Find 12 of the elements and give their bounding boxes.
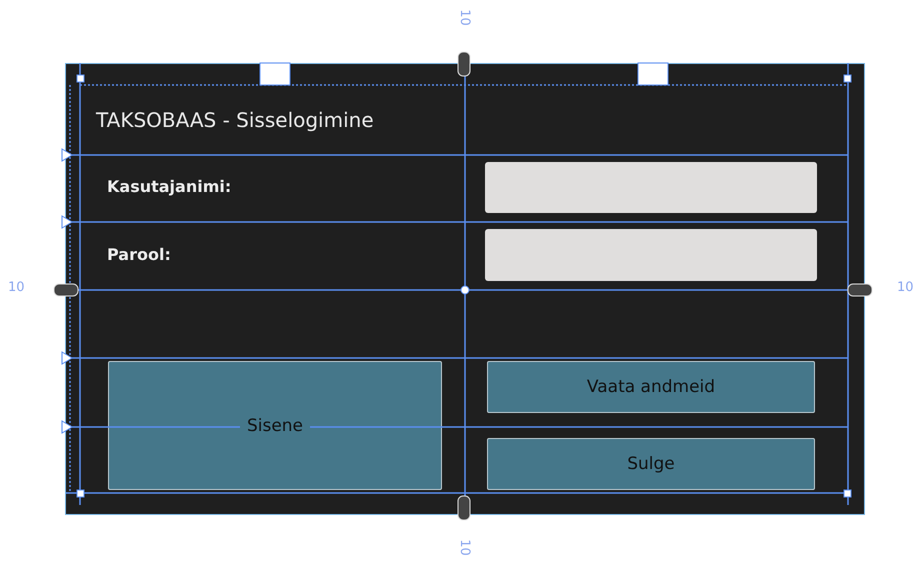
window-title: TAKSOBAAS - Sisselogimine <box>95 108 375 132</box>
margin-label: 10 <box>456 539 472 556</box>
input-field[interactable] <box>485 162 817 213</box>
input-field[interactable] <box>485 229 817 281</box>
field-label: Parool: <box>107 244 171 264</box>
margin-label: 10 <box>8 280 25 295</box>
action-button[interactable]: Vaata andmeid <box>487 361 815 413</box>
field-label: Kasutajanimi: <box>107 177 232 196</box>
margin-label: 10 <box>897 280 914 295</box>
margin-label: 10 <box>456 9 472 26</box>
action-button[interactable]: Sulge <box>487 438 815 490</box>
action-button[interactable]: Sisene <box>108 361 442 490</box>
